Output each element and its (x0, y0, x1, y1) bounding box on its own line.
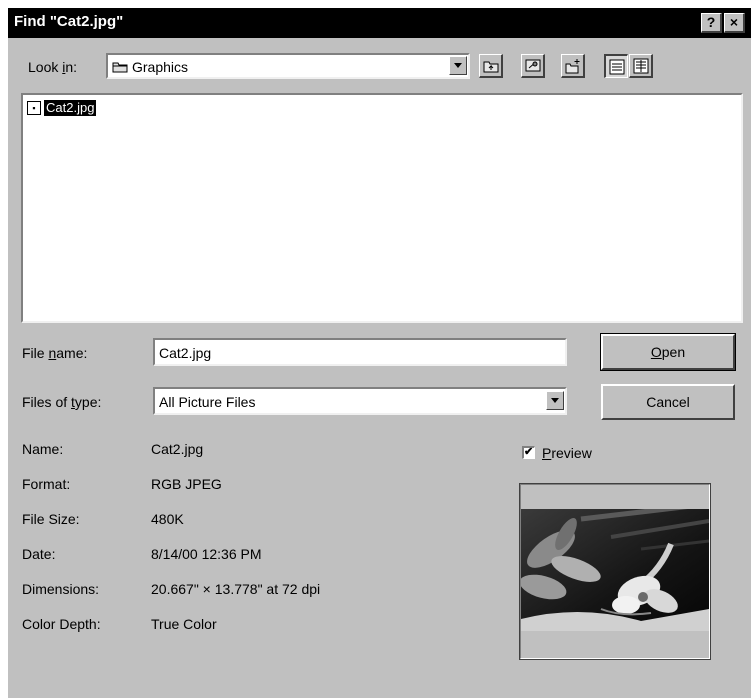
image-file-icon: ▪ (27, 101, 41, 115)
info-value: 8/14/00 12:36 PM (151, 546, 262, 562)
files-of-type-value: All Picture Files (159, 394, 256, 410)
info-label: File Size: (22, 511, 80, 527)
info-value: Cat2.jpg (151, 441, 204, 457)
new-folder-button[interactable] (561, 54, 585, 78)
files-of-type-label: Files of type: (22, 394, 102, 410)
details-view-icon (633, 58, 649, 74)
file-name-input[interactable]: Cat2.jpg (153, 338, 567, 366)
window-title: Find "Cat2.jpg" (14, 13, 124, 30)
list-view-icon (609, 59, 625, 75)
close-button[interactable]: × (724, 13, 745, 33)
look-in-combo[interactable]: Graphics (106, 53, 470, 79)
preview-label[interactable]: Preview (542, 445, 592, 461)
info-value: RGB JPEG (151, 476, 222, 492)
desktop-icon (525, 59, 541, 72)
check-mark-icon: ✔ (524, 446, 534, 458)
up-one-level-button[interactable] (479, 54, 503, 78)
list-view-button[interactable] (604, 54, 628, 78)
list-item[interactable]: ▪ Cat2.jpg (27, 99, 97, 117)
file-name-label: File name: (22, 345, 88, 361)
cancel-button[interactable]: Cancel (601, 384, 735, 420)
up-folder-icon (483, 61, 499, 73)
flower-photo-preview (521, 509, 709, 631)
files-of-type-select[interactable]: All Picture Files (153, 387, 567, 415)
info-label: Dimensions: (22, 581, 100, 597)
info-label: Date: (22, 546, 56, 562)
info-value: 480K (151, 511, 184, 527)
file-item-name: Cat2.jpg (44, 100, 97, 116)
new-folder-icon (565, 59, 580, 74)
folder-icon (112, 62, 128, 73)
preview-pane (519, 483, 711, 660)
open-button[interactable]: Open (600, 333, 736, 371)
info-label: Name: (22, 441, 64, 457)
look-in-label: Look in: (28, 59, 78, 75)
title-bar[interactable]: Find "Cat2.jpg" ? × (8, 8, 751, 38)
info-value: 20.667" × 13.778" at 72 dpi (151, 581, 321, 597)
info-label: Format: (22, 476, 71, 492)
look-in-value: Graphics (132, 59, 189, 75)
details-view-button[interactable] (629, 54, 653, 78)
find-file-dialog: Find "Cat2.jpg" ? × Look in: Graphics ▪ … (8, 8, 751, 698)
preview-checkbox[interactable]: ✔ (522, 446, 535, 459)
file-name-value: Cat2.jpg (159, 345, 212, 361)
files-of-type-dropdown-button[interactable] (546, 391, 564, 410)
info-value: True Color (151, 616, 217, 632)
info-label: Color Depth: (22, 616, 101, 632)
file-list[interactable]: ▪ Cat2.jpg (21, 93, 743, 323)
help-button[interactable]: ? (701, 13, 722, 33)
desktop-button[interactable] (521, 54, 545, 78)
look-in-dropdown-button[interactable] (449, 56, 467, 75)
